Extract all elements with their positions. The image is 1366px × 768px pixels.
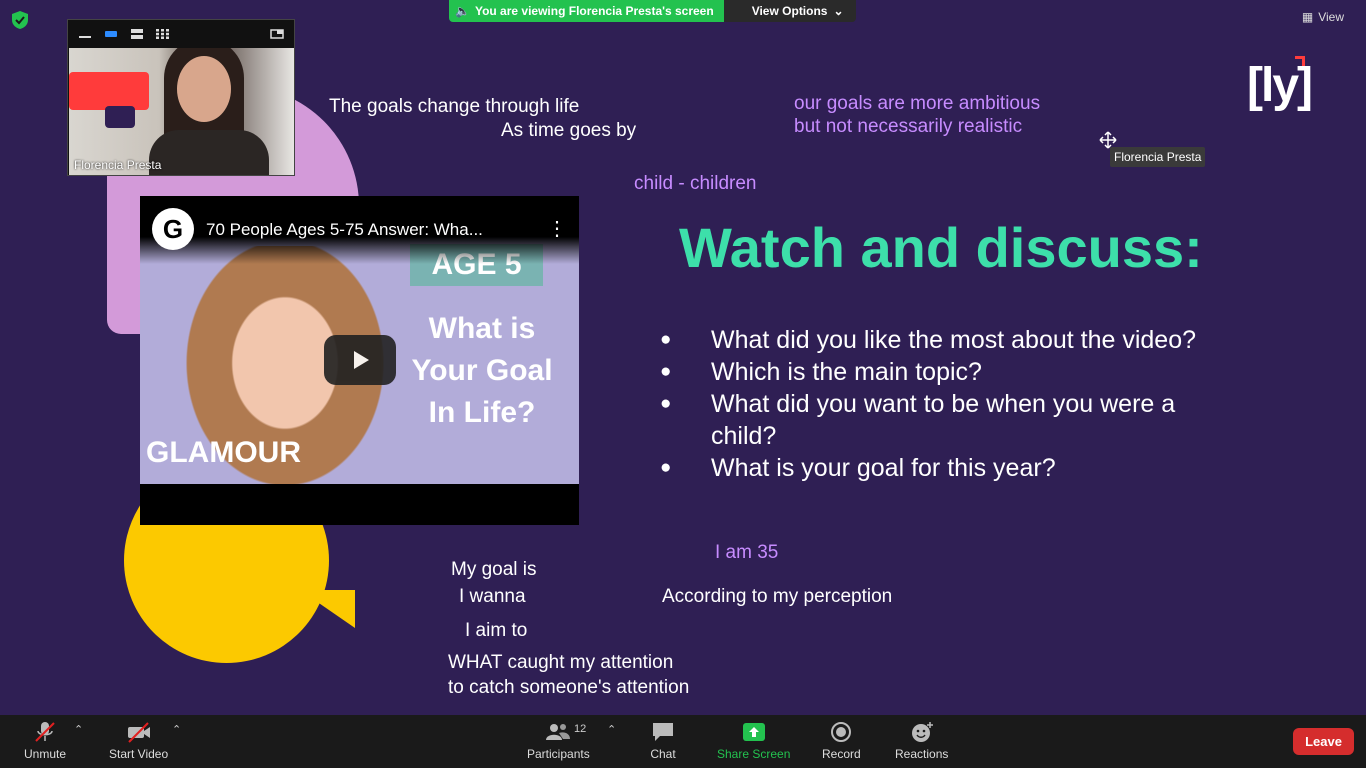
record-label: Record	[822, 747, 861, 761]
cursor-name-tooltip: Florencia Presta	[1110, 147, 1206, 167]
youtube-video-embed[interactable]: AGE 5 What is Your Goal In Life? GLAMOUR…	[140, 196, 579, 525]
thumbnail-controls	[68, 20, 294, 48]
play-icon	[354, 351, 369, 369]
question-item: What did you like the most about the vid…	[660, 324, 1220, 356]
speech-bubble-tail	[300, 590, 355, 628]
unmute-label: Unmute	[24, 747, 67, 761]
brand-logo: [ly]	[1247, 59, 1313, 112]
chevron-down-icon: ⌄	[833, 4, 844, 18]
participants-icon	[546, 724, 571, 740]
speaker-icon: 🔈	[455, 4, 470, 18]
gallery-grid-icon[interactable]	[156, 29, 170, 39]
video-off-icon	[127, 722, 150, 743]
question-item: What did you want to be when you were a …	[660, 388, 1220, 452]
question-item: What is your goal for this year?	[660, 452, 1220, 484]
note-ambitious: our goals are more ambitious	[794, 93, 1041, 114]
start-video-label: Start Video	[109, 747, 169, 761]
video-options-caret[interactable]: ⌃	[172, 723, 181, 736]
video-question: What is Your Goal In Life?	[411, 312, 553, 429]
note-wanna: I wanna	[459, 586, 526, 607]
minimize-icon[interactable]	[78, 29, 92, 39]
meeting-toolbar: Unmute ⌃ Start Video ⌃ Participants 12 ⌃…	[0, 715, 1366, 768]
security-shield-icon[interactable]	[10, 10, 30, 30]
participants-label: Participants	[527, 747, 590, 761]
share-screen-button[interactable]: Share Screen	[717, 721, 790, 761]
channel-avatar[interactable]: G	[152, 208, 194, 250]
view-options-label: View Options	[751, 4, 828, 18]
reactions-label: Reactions	[895, 747, 949, 761]
reactions-icon	[911, 722, 933, 742]
glamour-logo: GLAMOUR	[146, 436, 301, 469]
note-aim: I aim to	[465, 620, 528, 641]
logo-accent	[1295, 56, 1305, 66]
record-icon	[831, 722, 852, 742]
slide-heading: Watch and discuss:	[679, 216, 1203, 279]
audio-options-caret[interactable]: ⌃	[74, 723, 83, 736]
view-button-label: View	[1318, 10, 1344, 24]
note-age: I am 35	[715, 542, 779, 563]
grid-view-icon: ▦	[1301, 10, 1314, 24]
chat-label: Chat	[650, 747, 676, 761]
participants-options-caret[interactable]: ⌃	[607, 723, 616, 736]
note-realistic: but not necessarily realistic	[794, 116, 1023, 137]
play-button[interactable]	[324, 335, 396, 385]
record-button[interactable]: Record	[822, 721, 861, 761]
share-screen-icon	[742, 723, 765, 741]
participants-count: 12	[574, 723, 587, 735]
participant-name: Florencia Presta	[74, 158, 162, 172]
note-time-goes-by: As time goes by	[501, 120, 637, 141]
unmute-button[interactable]: Unmute	[24, 721, 66, 761]
question-item: Which is the main topic?	[660, 356, 1220, 388]
hide-thumbnail-icon[interactable]	[270, 29, 284, 39]
chat-button[interactable]: Chat	[650, 721, 676, 761]
start-video-button[interactable]: Start Video	[109, 721, 168, 761]
video-title[interactable]: 70 People Ages 5-75 Answer: Wha...	[206, 220, 535, 240]
discussion-questions: What did you like the most about the vid…	[660, 324, 1220, 484]
chat-icon	[653, 723, 673, 741]
muted-mic-icon	[35, 722, 55, 742]
note-perception: According to my perception	[662, 586, 893, 607]
note-my-goal: My goal is	[451, 559, 537, 580]
note-attention: WHAT caught my attention	[448, 652, 674, 673]
screen-share-banner: 🔈 You are viewing Florencia Presta's scr…	[449, 0, 856, 22]
note-goals-change: The goals change through life	[329, 96, 580, 117]
view-button[interactable]: ▦ View	[1302, 10, 1344, 24]
participant-thumbnail[interactable]: Florencia Presta	[67, 19, 295, 176]
participant-video: Florencia Presta	[69, 48, 294, 175]
leave-button[interactable]: Leave	[1293, 728, 1354, 755]
speaker-view-icon[interactable]	[104, 29, 118, 39]
note-child: child - children	[634, 173, 757, 194]
video-header: G 70 People Ages 5-75 Answer: Wha... ⋮	[140, 196, 579, 264]
view-options-button[interactable]: View Options ⌄	[723, 0, 856, 22]
note-catch-attention: to catch someone's attention	[448, 677, 690, 698]
share-screen-label: Share Screen	[717, 747, 791, 761]
two-tile-icon[interactable]	[130, 29, 144, 39]
sharing-text: You are viewing Florencia Presta's scree…	[474, 4, 714, 18]
reactions-button[interactable]: Reactions	[895, 721, 948, 761]
more-options-icon[interactable]: ⋮	[547, 216, 567, 241]
sharing-indicator: 🔈 You are viewing Florencia Presta's scr…	[449, 0, 724, 22]
